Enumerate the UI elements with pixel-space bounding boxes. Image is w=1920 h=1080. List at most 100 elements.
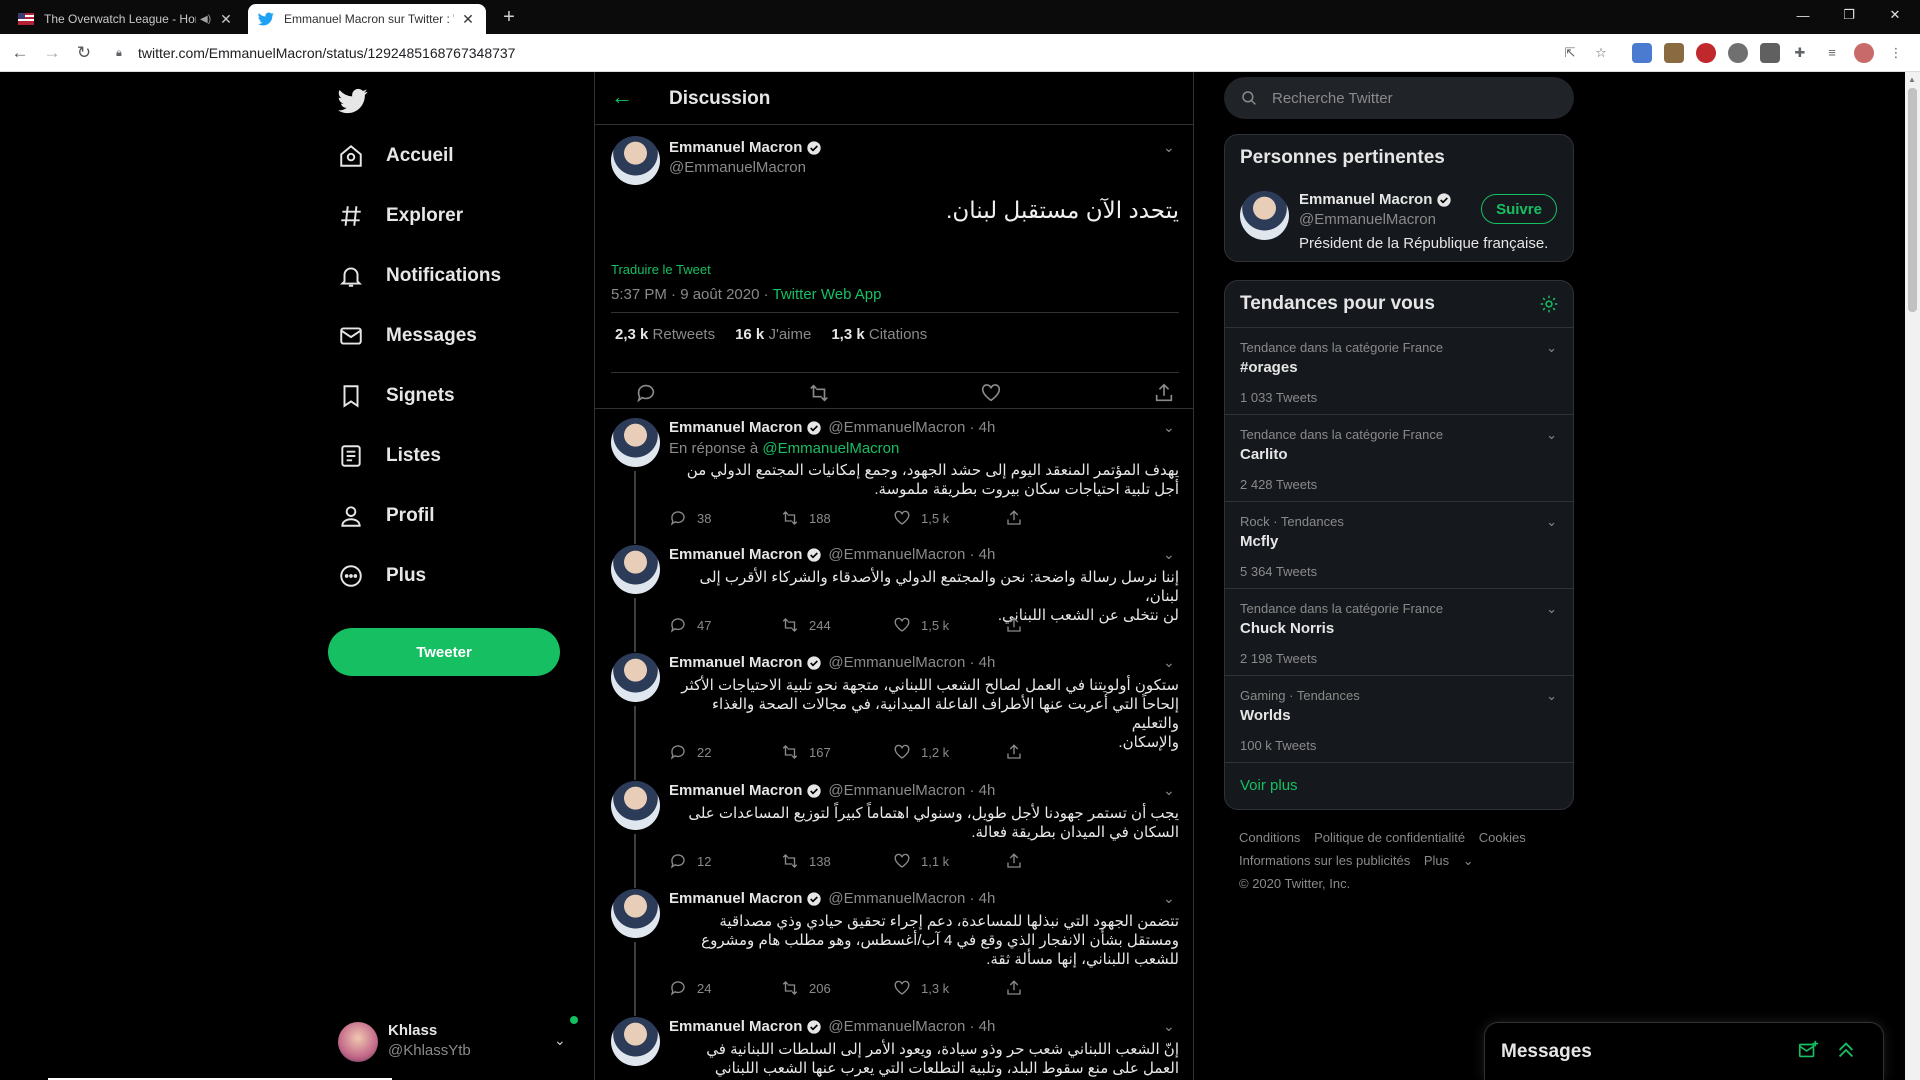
chevron-down-icon[interactable]: ⌄ [1163, 782, 1175, 799]
thread-tweet[interactable]: Emmanuel Macron @EmmanuelMacron · 4h ⌄ ي… [595, 772, 1193, 888]
avatar[interactable] [611, 1017, 660, 1066]
page-scrollbar[interactable]: ▲ [1905, 72, 1920, 1080]
extension-adblock-icon[interactable] [1696, 43, 1716, 63]
trend-item[interactable]: Tendance dans la catégorie France Chuck … [1225, 589, 1573, 676]
trend-item[interactable]: Gaming · Tendances Worlds 100 k Tweets ⌄ [1225, 676, 1573, 763]
like-action[interactable]: 1,2 k [893, 743, 1005, 761]
share-action[interactable] [1005, 509, 1117, 527]
follow-button[interactable]: Suivre [1481, 194, 1557, 224]
open-in-app-icon[interactable]: ⇱ [1560, 43, 1580, 63]
chrome-menu-icon[interactable]: ⋮ [1886, 43, 1906, 63]
chevron-down-icon[interactable]: ⌄ [1163, 139, 1175, 156]
chevron-down-icon[interactable]: ⌄ [1163, 419, 1175, 436]
nav-bookmarks[interactable]: Signets [338, 376, 455, 416]
avatar[interactable] [1240, 191, 1289, 240]
author-handle-time[interactable]: @EmmanuelMacron · 4h [828, 419, 995, 436]
author-name[interactable]: Emmanuel Macron [669, 890, 822, 907]
nav-home[interactable]: Accueil [338, 136, 454, 176]
chevron-down-icon[interactable]: ⌄ [1546, 601, 1557, 617]
retweet-action[interactable]: 188 [781, 509, 893, 527]
retweet-action[interactable]: 244 [781, 616, 893, 634]
thread-tweet[interactable]: Emmanuel Macron @EmmanuelMacron · 4h ⌄ إ… [595, 536, 1193, 652]
author-name[interactable]: Emmanuel Macron [669, 419, 822, 436]
tweet-button[interactable]: Tweeter [328, 628, 560, 676]
translate-link[interactable]: Traduire le Tweet [611, 262, 711, 277]
media-queue-icon[interactable]: ≡ [1822, 43, 1842, 63]
nav-more[interactable]: Plus [338, 556, 426, 596]
gear-icon[interactable] [1539, 294, 1559, 314]
footer-link[interactable]: Plus ⌄ [1424, 853, 1484, 868]
timestamp-text[interactable]: 5:37 PM · 9 août 2020 · [611, 286, 773, 303]
share-icon[interactable] [1153, 382, 1175, 404]
reply-action[interactable]: 38 [669, 509, 781, 527]
chevron-down-icon[interactable]: ⌄ [1163, 890, 1175, 907]
bookmark-star-icon[interactable]: ☆ [1591, 43, 1611, 63]
nav-profile[interactable]: Profil [338, 496, 435, 536]
retweet-action[interactable]: 206 [781, 979, 893, 997]
search-box[interactable] [1224, 77, 1574, 119]
retweet-action[interactable]: 138 [781, 852, 893, 870]
share-action[interactable] [1005, 743, 1117, 761]
nav-lists[interactable]: Listes [338, 436, 441, 476]
trend-item[interactable]: Tendance dans la catégorie France #orage… [1225, 328, 1573, 415]
footer-link[interactable]: Cookies [1479, 830, 1526, 845]
minimize-button[interactable]: — [1780, 0, 1826, 30]
new-tab-button[interactable]: + [498, 6, 520, 28]
maximize-button[interactable]: ❐ [1826, 0, 1872, 30]
tweet-source-link[interactable]: Twitter Web App [773, 286, 882, 303]
account-switcher[interactable]: Khlass @KhlassYtb ⌄ [336, 1016, 578, 1068]
forward-icon[interactable]: → [40, 41, 64, 65]
chevron-up-icon[interactable] [1835, 1039, 1857, 1061]
avatar[interactable] [611, 889, 660, 938]
tab-overwatch[interactable]: The Overwatch League - Home ◀) ✕ [8, 4, 244, 34]
extension-icon[interactable] [1760, 43, 1780, 63]
author-name[interactable]: Emmanuel Macron [669, 546, 822, 563]
retweets-stat[interactable]: 2,3 k Retweets [615, 326, 715, 343]
avatar[interactable] [611, 653, 660, 702]
url-field[interactable]: 🔒︎ twitter.com/EmmanuelMacron/status/129… [108, 39, 1614, 67]
close-tab-icon[interactable]: ✕ [218, 11, 234, 27]
author-handle-time[interactable]: @EmmanuelMacron · 4h [828, 890, 995, 907]
share-action[interactable] [1005, 979, 1117, 997]
reply-action[interactable]: 22 [669, 743, 781, 761]
show-more-link[interactable]: Voir plus [1225, 763, 1573, 808]
extensions-puzzle-icon[interactable]: ✚ [1790, 43, 1810, 63]
chevron-down-icon[interactable]: ⌄ [1546, 340, 1557, 356]
author-name[interactable]: Emmanuel Macron [669, 1018, 822, 1035]
reply-icon[interactable] [635, 382, 657, 404]
thread-tweet[interactable]: Emmanuel Macron @EmmanuelMacron · 4h ⌄ E… [595, 408, 1193, 544]
reply-action[interactable]: 12 [669, 852, 781, 870]
chevron-down-icon[interactable]: ⌄ [1546, 427, 1557, 443]
twitter-logo-icon[interactable] [338, 86, 368, 116]
in-reply-to-handle[interactable]: @EmmanuelMacron [762, 440, 899, 457]
author-handle[interactable]: @EmmanuelMacron [669, 159, 806, 176]
speaker-icon[interactable]: ◀) [200, 14, 212, 25]
share-action[interactable] [1005, 852, 1117, 870]
chevron-down-icon[interactable]: ⌄ [1546, 514, 1557, 530]
like-action[interactable]: 1,5 k [893, 616, 1005, 634]
avatar[interactable] [611, 418, 660, 467]
share-action[interactable] [1005, 616, 1117, 634]
search-input[interactable] [1272, 89, 1552, 107]
new-message-icon[interactable] [1797, 1039, 1819, 1061]
like-action[interactable]: 1,5 k [893, 509, 1005, 527]
nav-explore[interactable]: Explorer [338, 196, 463, 236]
author-handle-time[interactable]: @EmmanuelMacron · 4h [828, 1018, 995, 1035]
back-icon[interactable]: ← [8, 41, 32, 65]
nav-messages[interactable]: Messages [338, 316, 477, 356]
tab-twitter[interactable]: Emmanuel Macron sur Twitter : " ✕ [248, 4, 486, 34]
chevron-down-icon[interactable]: ⌄ [1163, 654, 1175, 671]
reply-action[interactable]: 47 [669, 616, 781, 634]
author-handle-time[interactable]: @EmmanuelMacron · 4h [828, 546, 995, 563]
chevron-down-icon[interactable]: ⌄ [1163, 546, 1175, 563]
author-name[interactable]: Emmanuel Macron [669, 654, 822, 671]
like-action[interactable]: 1,1 k [893, 852, 1005, 870]
close-tab-icon[interactable]: ✕ [460, 11, 476, 27]
author-handle-time[interactable]: @EmmanuelMacron · 4h [828, 654, 995, 671]
profile-avatar-icon[interactable] [1854, 43, 1874, 63]
nav-notifications[interactable]: Notifications [338, 256, 501, 296]
reply-action[interactable]: 24 [669, 979, 781, 997]
extension-icon[interactable] [1728, 43, 1748, 63]
scroll-up-arrow-icon[interactable]: ▲ [1908, 75, 1916, 84]
trend-item[interactable]: Tendance dans la catégorie France Carlit… [1225, 415, 1573, 502]
